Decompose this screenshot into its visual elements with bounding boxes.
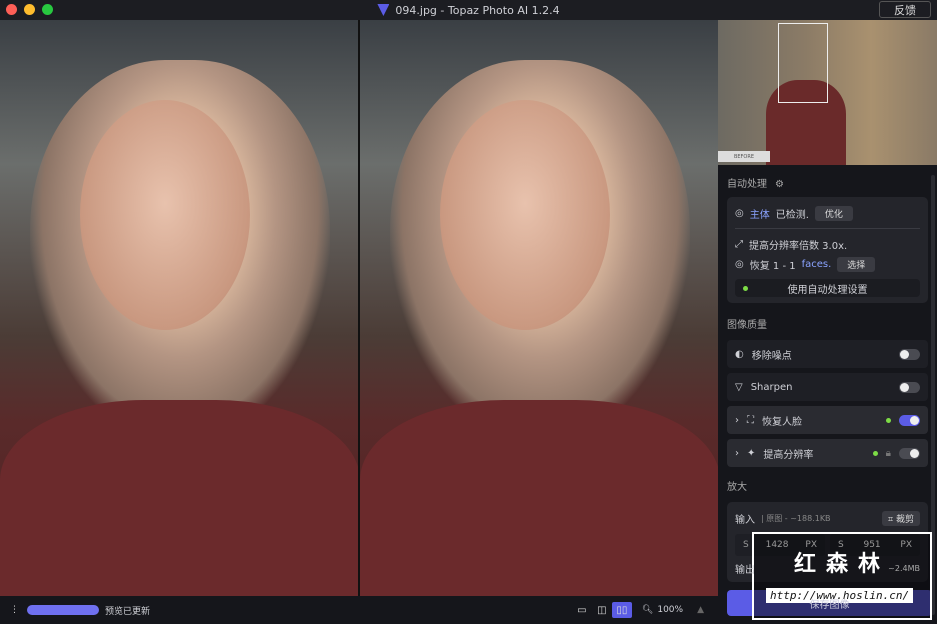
lock-icon: 🔒︎ — [885, 447, 891, 459]
side-by-side-icon[interactable]: ▯▯ — [611, 602, 632, 618]
more-menu-icon[interactable]: ⋮ — [10, 605, 19, 615]
navigator-thumbnail[interactable]: BEFORE — [718, 20, 937, 165]
gear-icon[interactable]: ⚙ — [775, 179, 784, 191]
upscale-toggle[interactable] — [899, 447, 920, 459]
app-logo-icon — [377, 4, 390, 16]
zoom-level[interactable]: 100% — [657, 605, 683, 615]
subject-word: 主体 — [749, 209, 770, 221]
chevron-right-icon[interactable]: › — [735, 415, 739, 426]
bottom-bar: ⋮ 预览已更新 ▭ ◫ ▯▯ 🔍︎ 100% ▲ — [0, 596, 718, 624]
tool-sharpen[interactable]: ▽ Sharpen — [727, 373, 928, 401]
before-preview[interactable] — [0, 20, 358, 596]
zoom-icon[interactable]: 🔍︎ — [642, 605, 653, 615]
close-icon[interactable] — [6, 4, 17, 15]
crop-label: 裁剪 — [895, 514, 914, 525]
tool-upscale[interactable]: › ✦ 提高分辨率 🔒︎ — [727, 439, 928, 467]
recover-text: 恢复 1 - 1 — [749, 260, 796, 272]
width-value: 1428 — [765, 540, 789, 550]
unit: PX — [805, 540, 817, 550]
input-info: | 原图 - ~188.1KB — [761, 513, 831, 523]
upscale-text: 提高分辨率倍数 3.0x. — [749, 240, 848, 252]
faces-link[interactable]: faces. — [802, 259, 832, 270]
side-panel: BEFORE 自动处理 ⚙ ◎ 主体 已检测. 优化 ⤢ 提高分辨率倍数 3.0x. ◎ 恢… — [718, 20, 937, 624]
tool-label: 恢复人脸 — [762, 416, 802, 428]
minimize-icon[interactable] — [24, 4, 35, 15]
chevron-up-icon[interactable]: ▲ — [697, 605, 704, 615]
input-label: 输入 — [735, 514, 755, 526]
status-dot — [886, 417, 891, 423]
tool-face-recovery[interactable]: › ⛶ 恢复人脸 — [727, 406, 928, 434]
apply-auto-button[interactable]: 使用自动处理设置 — [735, 279, 920, 297]
subject-icon: ◎ — [735, 207, 744, 219]
optimize-button[interactable]: 优化 — [814, 205, 853, 221]
status-dot — [872, 450, 878, 456]
height-value: 951 — [863, 540, 881, 550]
enlarge-title: 放大 — [727, 482, 747, 493]
w-prefix: S — [743, 540, 749, 550]
chevron-right-icon[interactable]: › — [735, 448, 739, 459]
apply-auto-label: 使用自动处理设置 — [787, 284, 868, 296]
before-label: BEFORE — [718, 151, 770, 162]
denoise-toggle[interactable] — [899, 348, 920, 360]
tool-label: Sharpen — [750, 381, 793, 393]
tool-denoise[interactable]: ◐ 移除噪点 — [727, 340, 928, 368]
width-field[interactable]: S 1428 PX — [735, 534, 825, 556]
sparkle-icon: ✦ — [747, 447, 756, 459]
maximize-icon[interactable] — [42, 4, 53, 15]
progress-bar — [27, 605, 99, 615]
subject-status: 已检测. — [775, 209, 809, 221]
face-icon: ◎ — [735, 258, 744, 270]
output-label: 输出 — [735, 564, 755, 576]
crop-icon: ⌗ — [888, 514, 896, 525]
enlarge-card: 输入 | 原图 - ~188.1KB ⌗ 裁剪 S 1428 PX S 951 PX 输出 ~… — [727, 502, 928, 582]
h-prefix: S — [838, 540, 844, 550]
title-bar: 094.jpg - Topaz Photo AI 1.2.4 反馈 — [0, 0, 937, 20]
face-scan-icon: ⛶ — [747, 414, 754, 426]
after-preview[interactable] — [360, 20, 718, 596]
sharpen-toggle[interactable] — [899, 381, 920, 393]
quality-title: 图像质量 — [727, 320, 767, 331]
window-title: 094.jpg - Topaz Photo AI 1.2.4 — [395, 3, 560, 17]
scrollbar[interactable] — [931, 175, 935, 615]
tool-label: 移除噪点 — [751, 350, 792, 362]
unit: PX — [900, 540, 912, 550]
denoise-icon: ◐ — [735, 348, 744, 360]
auto-card: ◎ 主体 已检测. 优化 ⤢ 提高分辨率倍数 3.0x. ◎ 恢复 1 - 1 faces.… — [727, 197, 928, 303]
tool-label: 提高分辨率 — [763, 449, 814, 461]
feedback-button[interactable]: 反馈 — [879, 1, 931, 18]
auto-title: 自动处理 — [727, 179, 767, 190]
save-label: 保存图像 — [809, 599, 850, 611]
save-button[interactable]: 保存图像 — [727, 590, 932, 616]
status-dot — [743, 286, 748, 291]
split-view-icon[interactable]: ◫ — [592, 602, 612, 618]
select-button[interactable]: 选择 — [837, 256, 876, 272]
crop-button[interactable]: ⌗ 裁剪 — [882, 510, 920, 526]
single-view-icon[interactable]: ▭ — [572, 602, 592, 618]
sharpen-icon: ▽ — [735, 381, 743, 393]
status-text: 预览已更新 — [105, 606, 151, 617]
height-field[interactable]: S 951 PX — [830, 534, 920, 556]
face-toggle[interactable] — [899, 414, 920, 426]
viewport-box[interactable] — [778, 23, 828, 103]
expand-icon: ⤢ — [735, 238, 743, 250]
window-controls[interactable] — [6, 4, 53, 15]
output-size: ~2.4MB — [888, 563, 920, 573]
